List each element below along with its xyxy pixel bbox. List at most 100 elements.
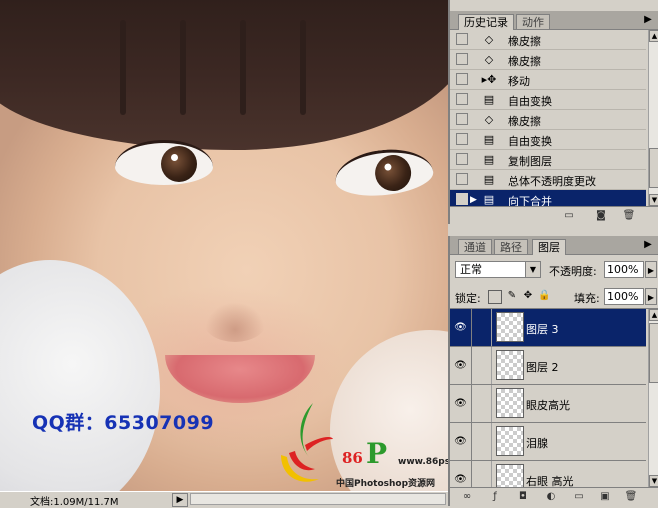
eraser-icon: ◇: [484, 113, 494, 126]
history-item[interactable]: ▤ 自由变换: [450, 90, 646, 110]
watermark-qq-text: QQ群：65307099: [32, 412, 215, 434]
layer-thumbnail: [496, 388, 524, 418]
status-menu-button[interactable]: ▶: [172, 493, 188, 507]
scroll-thumb[interactable]: [649, 148, 658, 188]
history-item[interactable]: ◇ 橡皮擦: [450, 110, 646, 130]
scroll-up-icon[interactable]: ▲: [649, 30, 658, 42]
tab-paths[interactable]: 路径: [494, 239, 528, 254]
history-item[interactable]: ▸✥ 移动: [450, 70, 646, 90]
layer-row[interactable]: 👁 图层 2: [450, 347, 646, 385]
panel-menu-icon[interactable]: ▶: [642, 239, 654, 251]
opacity-input[interactable]: 100%: [604, 261, 644, 278]
layer-link-slot[interactable]: [472, 461, 492, 487]
layer-link-slot[interactable]: [472, 423, 492, 460]
visibility-eye-icon[interactable]: 👁: [450, 423, 472, 460]
photo-eye-glint: [171, 154, 178, 161]
layer-name: 泪腺: [526, 437, 548, 450]
tab-layers[interactable]: 图层: [532, 239, 566, 255]
history-step-icon: ▤: [483, 173, 495, 186]
fill-slider-arrow-icon[interactable]: ▶: [645, 288, 657, 305]
layer-link-slot[interactable]: [472, 309, 492, 346]
trash-icon[interactable]: 🗑: [624, 491, 638, 503]
history-item-label: 橡皮擦: [508, 115, 541, 128]
snapshot-source-checkbox[interactable]: [456, 93, 468, 105]
lock-transparency-icon[interactable]: [488, 290, 502, 304]
layer-row[interactable]: 👁 图层 3: [450, 309, 646, 347]
86ps-logo-icon: [281, 403, 333, 482]
snapshot-source-checkbox[interactable]: [456, 53, 468, 65]
scroll-down-icon[interactable]: ▼: [649, 194, 658, 206]
layer-name: 右眼 高光: [526, 475, 574, 487]
history-tabstrip: 历史记录 动作 ▶: [450, 11, 658, 30]
photo-right-eye: [332, 145, 436, 200]
snapshot-source-checkbox[interactable]: [456, 73, 468, 85]
history-item[interactable]: ▶ ▤ 向下合并: [450, 190, 646, 206]
history-item[interactable]: ▤ 总体不透明度更改: [450, 170, 646, 190]
tab-actions[interactable]: 动作: [516, 14, 550, 29]
history-scrollbar[interactable]: ▲ ▼: [648, 30, 658, 206]
snapshot-source-checkbox[interactable]: [456, 153, 468, 165]
layer-style-icon[interactable]: ƒ: [488, 491, 502, 503]
layer-thumbnail: [496, 426, 524, 456]
layers-scrollbar[interactable]: ▲ ▼: [648, 309, 658, 487]
scroll-down-icon[interactable]: ▼: [649, 475, 658, 487]
adjustment-layer-icon[interactable]: ◐: [544, 491, 558, 503]
snapshot-source-checkbox[interactable]: [456, 173, 468, 185]
history-item-label: 自由变换: [508, 95, 552, 108]
layer-row[interactable]: 👁 眼皮高光: [450, 385, 646, 423]
photo-hair: [0, 0, 448, 150]
layer-link-slot[interactable]: [472, 347, 492, 384]
photo-iris: [373, 153, 413, 193]
tab-channels[interactable]: 通道: [458, 239, 492, 254]
snapshot-source-checkbox[interactable]: [456, 113, 468, 125]
fill-input[interactable]: 100%: [604, 288, 644, 305]
layer-row[interactable]: 👁 右眼 高光: [450, 461, 646, 487]
fill-label: 填充:: [574, 292, 600, 305]
visibility-eye-icon[interactable]: 👁: [450, 385, 472, 422]
history-step-icon: ▤: [483, 193, 495, 206]
history-item-label: 向下合并: [508, 195, 552, 206]
snapshot-source-checkbox[interactable]: [456, 133, 468, 145]
tab-history[interactable]: 历史记录: [458, 14, 514, 30]
lock-all-icon[interactable]: 🔒: [538, 290, 550, 302]
visibility-eye-icon[interactable]: 👁: [450, 461, 472, 487]
history-item[interactable]: ◇ 橡皮擦: [450, 50, 646, 70]
panel-menu-icon[interactable]: ▶: [642, 14, 654, 26]
new-layer-icon[interactable]: ▣: [598, 491, 612, 503]
group-icon[interactable]: ▭: [572, 491, 586, 503]
history-item-label: 复制图层: [508, 155, 552, 168]
layer-row[interactable]: 👁 泪腺: [450, 423, 646, 461]
lock-row: 锁定: ✎ ✥ 🔒 填充: 100% ▶: [450, 286, 658, 309]
snapshot-source-checkbox[interactable]: [456, 33, 468, 45]
horizontal-scrollbar[interactable]: [190, 493, 446, 505]
snapshot-source-checkbox[interactable]: [456, 193, 468, 205]
logo-site-name: 中国Photoshop资源网: [336, 479, 436, 489]
new-document-from-state-icon[interactable]: ▭: [562, 210, 576, 222]
scroll-thumb[interactable]: [649, 323, 658, 383]
history-item[interactable]: ◇ 橡皮擦: [450, 30, 646, 50]
trash-icon[interactable]: 🗑: [622, 210, 636, 222]
layers-footer: ∞ ƒ ◘ ◐ ▭ ▣ 🗑: [450, 487, 658, 507]
blend-mode-value: 正常: [460, 263, 482, 276]
panel-title-bar[interactable]: [450, 0, 658, 11]
blend-mode-select[interactable]: 正常 ▼: [455, 261, 541, 278]
lock-position-icon[interactable]: ✥: [522, 290, 534, 302]
new-snapshot-icon[interactable]: ◙: [594, 210, 608, 222]
photo-left-eye: [115, 140, 213, 185]
status-bar: 文档:1.09M/11.7M ▶: [0, 491, 448, 508]
layer-link-slot[interactable]: [472, 385, 492, 422]
history-list: ◇ 橡皮擦 ◇ 橡皮擦 ▸✥ 移动 ▤ 自由变换 ◇ 橡皮擦 ▤ 自由变换 ▤ 复制图层 ▤ 总体不透明度更改…: [450, 30, 646, 206]
chevron-down-icon[interactable]: ▼: [525, 262, 540, 277]
photo-hair-strand: [240, 20, 246, 115]
history-item[interactable]: ▤ 自由变换: [450, 130, 646, 150]
scroll-up-icon[interactable]: ▲: [649, 309, 658, 321]
visibility-eye-icon[interactable]: 👁: [450, 309, 472, 346]
history-item[interactable]: ▤ 复制图层: [450, 150, 646, 170]
document-canvas[interactable]: QQ群：65307099 86 P www.86ps.com 中国Photosh…: [0, 0, 448, 491]
lock-image-icon[interactable]: ✎: [506, 290, 518, 302]
eraser-icon: ◇: [484, 33, 494, 46]
visibility-eye-icon[interactable]: 👁: [450, 347, 472, 384]
layer-mask-icon[interactable]: ◘: [516, 491, 530, 503]
opacity-slider-arrow-icon[interactable]: ▶: [645, 261, 657, 278]
link-layers-icon[interactable]: ∞: [460, 491, 474, 503]
